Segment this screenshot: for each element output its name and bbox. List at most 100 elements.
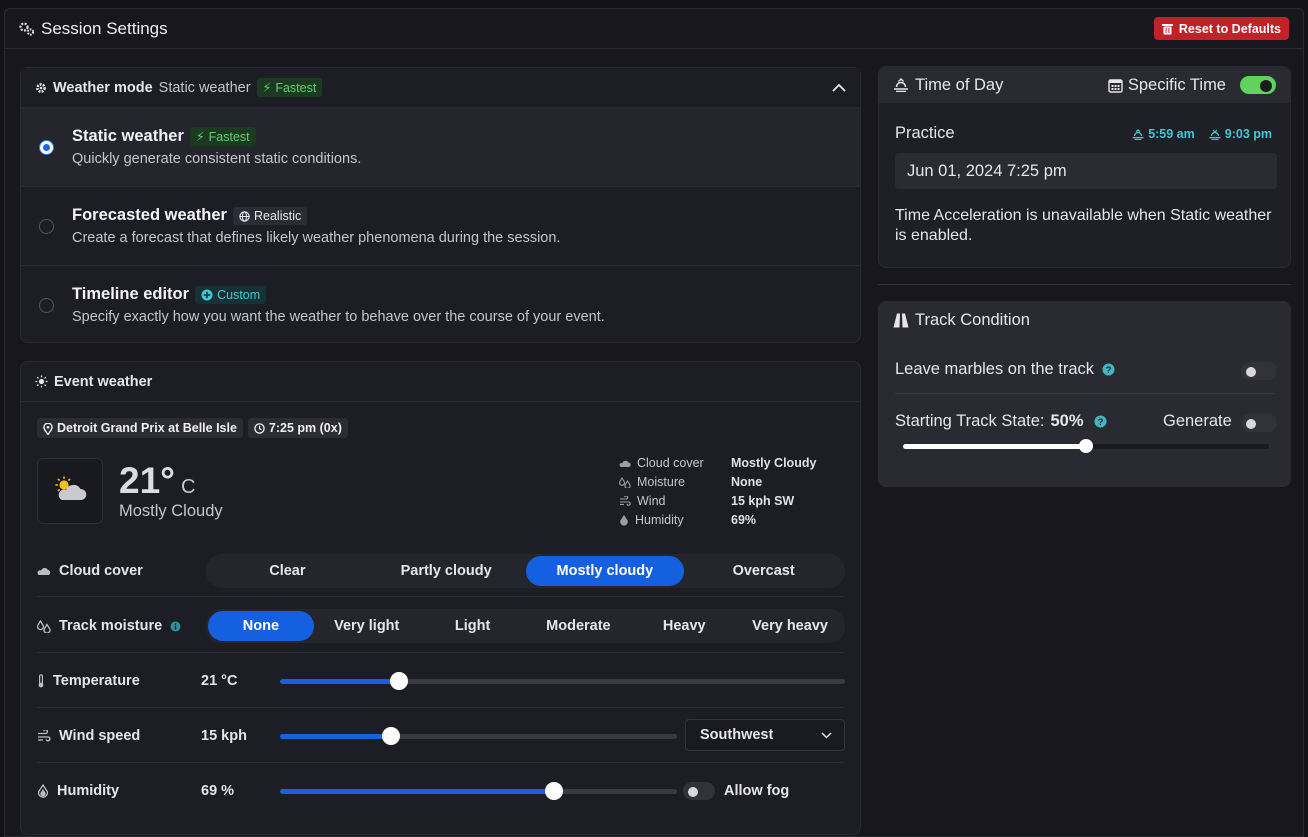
moisture-option-very-light[interactable]: Very light	[314, 611, 420, 641]
cloud-option-partly-cloudy[interactable]: Partly cloudy	[367, 556, 526, 586]
sunrise-icon	[1132, 127, 1144, 141]
weather-stats: Cloud cover Mostly Cloudy Moisture None …	[619, 453, 816, 529]
wind-speed-slider[interactable]	[280, 727, 677, 745]
generate-label: Generate	[1163, 412, 1232, 430]
slider-thumb[interactable]	[389, 672, 408, 690]
option-title: Forecasted weather	[72, 206, 227, 224]
help-icon[interactable]: ?	[1094, 412, 1107, 431]
label-text: Humidity	[57, 783, 120, 799]
trash-icon	[1161, 22, 1173, 36]
temperature-unit: C	[180, 476, 196, 498]
moisture-option-moderate[interactable]: Moderate	[525, 611, 631, 641]
slider-fill	[280, 789, 554, 794]
time-acceleration-note: Time Acceleration is unavailable when St…	[895, 207, 1272, 244]
stat-value: 15 kph SW	[731, 493, 795, 508]
sunrise-time: 5:59 am	[1132, 127, 1195, 141]
event-weather-header: Event weather	[21, 362, 860, 402]
partly-cloudy-icon	[53, 476, 87, 507]
marbles-toggle[interactable]	[1241, 362, 1277, 380]
stat-key: Moisture	[637, 474, 685, 489]
cloud-option-overcast[interactable]: Overcast	[684, 556, 843, 586]
chevron-up-icon[interactable]	[832, 80, 846, 96]
allow-fog-label: Allow fog	[724, 783, 790, 799]
stat-moisture: Moisture None	[619, 472, 816, 491]
datetime-field[interactable]: Jun 01, 2024 7:25 pm	[895, 153, 1277, 189]
cloud-option-mostly-cloudy[interactable]: Mostly cloudy	[525, 556, 685, 586]
divider	[37, 652, 844, 653]
radio-static-weather[interactable]	[39, 140, 54, 155]
time-of-day-header: Time of Day Specific Time	[879, 67, 1290, 103]
condition-text: Mostly Cloudy	[119, 502, 223, 520]
track-state-value: 50%	[1050, 412, 1084, 430]
slider-fill	[280, 679, 399, 684]
stat-humidity: Humidity 69%	[619, 510, 816, 529]
specific-time-toggle[interactable]	[1240, 76, 1276, 94]
reset-to-defaults-button[interactable]: Reset to Defaults	[1153, 17, 1289, 40]
gears-icon	[19, 19, 35, 39]
humidity-slider[interactable]	[280, 782, 677, 800]
time-of-day-panel: Time of Day Specific Time Practice 5:59 …	[878, 66, 1291, 268]
temperature-label: Temperature	[37, 673, 201, 689]
badge-label: Custom	[217, 287, 261, 302]
event-weather-label: Event weather	[54, 373, 153, 390]
weather-option-timeline[interactable]: Timeline editor Custom Specify exactly h…	[21, 266, 860, 342]
window-title-text: Session Settings	[41, 18, 168, 38]
globe-icon	[239, 209, 250, 223]
cloud-option-clear[interactable]: Clear	[208, 556, 367, 586]
weather-mode-header[interactable]: Weather mode Static weather ⚡ Fastest	[21, 68, 860, 108]
option-title: Static weather	[72, 127, 184, 145]
divider	[895, 393, 1274, 394]
wind-direction-select[interactable]: Southwest	[685, 719, 845, 751]
cloud-cover-label: Cloud cover	[37, 563, 207, 579]
road-icon	[893, 311, 909, 330]
cloud-cover-segmented: Clear Partly cloudy Mostly cloudy Overca…	[206, 554, 845, 588]
moisture-option-none[interactable]: None	[208, 611, 314, 641]
window-title: Session Settings	[19, 19, 168, 39]
help-icon[interactable]: ?	[1102, 360, 1115, 379]
slider-fill	[903, 444, 1086, 449]
weather-option-forecasted[interactable]: Forecasted weather Realistic Create a fo…	[21, 187, 860, 266]
generate-toggle[interactable]	[1241, 414, 1277, 432]
label-text: Temperature	[53, 673, 140, 689]
panel-divider	[878, 284, 1291, 285]
stat-key: Wind	[637, 493, 666, 508]
lightning-icon: ⚡	[195, 130, 205, 144]
allow-fog-toggle[interactable]	[683, 782, 715, 800]
option-title: Timeline editor	[72, 285, 190, 303]
slider-thumb[interactable]	[1079, 439, 1093, 453]
wind-speed-label: Wind speed	[37, 728, 201, 744]
event-chips: Detroit Grand Prix at Belle Isle 7:25 pm…	[37, 418, 348, 438]
badge-label: Fastest	[208, 129, 250, 144]
divider	[37, 596, 844, 597]
radio-forecasted-weather[interactable]	[39, 219, 54, 234]
moisture-option-very-heavy[interactable]: Very heavy	[737, 611, 843, 641]
lightning-icon: ⚡	[262, 81, 272, 95]
radio-timeline-editor[interactable]	[39, 298, 54, 313]
stat-cloud-cover: Cloud cover Mostly Cloudy	[619, 453, 816, 472]
stat-wind: Wind 15 kph SW	[619, 491, 816, 510]
temperature-readout: 21° C	[119, 460, 195, 502]
thermometer-icon	[37, 673, 45, 689]
moisture-option-heavy[interactable]: Heavy	[631, 611, 737, 641]
title-bar: Session Settings Reset to Defaults	[5, 9, 1303, 49]
sunrise-text: 5:59 am	[1148, 127, 1195, 141]
chevron-down-icon	[821, 727, 832, 743]
sunrise-icon	[893, 76, 909, 95]
temperature-slider[interactable]	[280, 672, 845, 690]
info-icon[interactable]	[170, 618, 181, 634]
session-settings-window: Session Settings Reset to Defaults Weath…	[4, 8, 1304, 837]
slider-thumb[interactable]	[544, 782, 563, 800]
weather-option-static[interactable]: Static weather ⚡ Fastest Quickly generate…	[21, 108, 860, 187]
track-state-slider[interactable]	[903, 439, 1269, 453]
svg-text:?: ?	[1106, 365, 1112, 376]
gear-icon	[35, 80, 47, 96]
location-chip: Detroit Grand Prix at Belle Isle	[37, 418, 243, 438]
time-chip: 7:25 pm (0x)	[247, 418, 348, 438]
reset-button-label: Reset to Defaults	[1178, 21, 1281, 36]
sunset-icon	[1209, 127, 1221, 141]
humidity-value: 69 %	[201, 783, 235, 799]
moisture-option-light[interactable]: Light	[420, 611, 526, 641]
location-text: Detroit Grand Prix at Belle Isle	[57, 421, 237, 435]
stat-value: Mostly Cloudy	[731, 455, 817, 470]
specific-time-control: Specific Time	[1108, 76, 1226, 95]
